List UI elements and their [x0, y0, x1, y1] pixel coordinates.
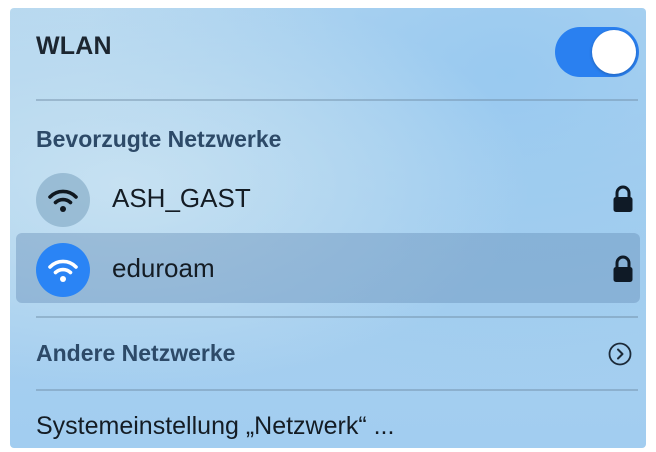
divider: [36, 99, 638, 101]
wlan-toggle[interactable]: [555, 27, 639, 77]
other-networks-item[interactable]: Andere Netzwerke: [10, 324, 646, 384]
toggle-knob: [592, 30, 636, 74]
lock-icon: [613, 185, 633, 212]
wifi-icon: [36, 243, 90, 297]
chevron-right-circle-icon: [608, 342, 632, 366]
lock-icon: [613, 255, 633, 282]
network-name: eduroam: [112, 253, 215, 283]
network-settings-link[interactable]: Systemeinstellung „Netzwerk“ ...: [36, 412, 394, 441]
divider: [36, 316, 638, 318]
wlan-title: WLAN: [36, 32, 112, 60]
other-networks-label: Andere Netzwerke: [36, 340, 236, 366]
network-name: ASH_GAST: [112, 183, 251, 213]
wifi-icon: [36, 173, 90, 227]
network-item-ash-gast[interactable]: ASH_GAST: [16, 163, 640, 233]
divider: [36, 389, 638, 391]
preferred-networks-heading: Bevorzugte Netzwerke: [36, 126, 282, 152]
network-item-eduroam[interactable]: eduroam: [16, 233, 640, 303]
wlan-menu-panel: WLAN Bevorzugte Netzwerke ASH_GAST eduro…: [10, 8, 646, 448]
